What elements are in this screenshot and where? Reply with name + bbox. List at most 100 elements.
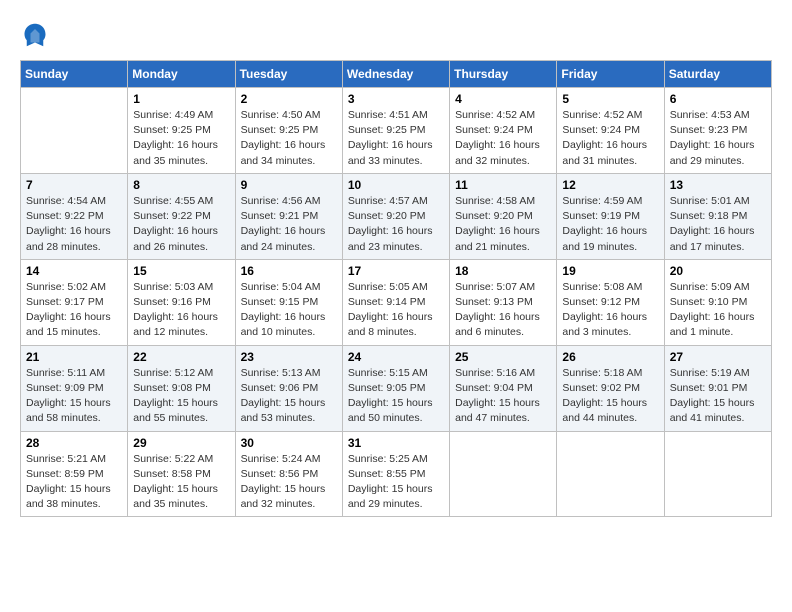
day-number: 24 — [348, 350, 444, 364]
day-info: Sunrise: 4:59 AMSunset: 9:19 PMDaylight:… — [562, 194, 658, 255]
day-info: Sunrise: 5:05 AMSunset: 9:14 PMDaylight:… — [348, 280, 444, 341]
day-info: Sunrise: 5:02 AMSunset: 9:17 PMDaylight:… — [26, 280, 122, 341]
calendar-cell: 4 Sunrise: 4:52 AMSunset: 9:24 PMDaylight… — [450, 88, 557, 174]
day-info: Sunrise: 5:18 AMSunset: 9:02 PMDaylight:… — [562, 366, 658, 427]
calendar-cell: 10 Sunrise: 4:57 AMSunset: 9:20 PMDayligh… — [342, 173, 449, 259]
calendar-cell: 12 Sunrise: 4:59 AMSunset: 9:19 PMDayligh… — [557, 173, 664, 259]
day-info: Sunrise: 4:52 AMSunset: 9:24 PMDaylight:… — [562, 108, 658, 169]
calendar-week-row: 28Sunrise: 5:21 AMSunset: 8:59 PMDayligh… — [21, 431, 772, 517]
day-number: 26 — [562, 350, 658, 364]
day-info: Sunrise: 5:15 AMSunset: 9:05 PMDaylight:… — [348, 366, 444, 427]
calendar-cell: 9 Sunrise: 4:56 AMSunset: 9:21 PMDaylight… — [235, 173, 342, 259]
day-info: Sunrise: 4:58 AMSunset: 9:20 PMDaylight:… — [455, 194, 551, 255]
calendar-week-row: 14 Sunrise: 5:02 AMSunset: 9:17 PMDayligh… — [21, 259, 772, 345]
calendar-cell: 19 Sunrise: 5:08 AMSunset: 9:12 PMDayligh… — [557, 259, 664, 345]
calendar-cell — [450, 431, 557, 517]
day-number: 30 — [241, 436, 337, 450]
day-number: 17 — [348, 264, 444, 278]
day-number: 2 — [241, 92, 337, 106]
calendar-cell — [664, 431, 771, 517]
day-number: 7 — [26, 178, 122, 192]
day-number: 20 — [670, 264, 766, 278]
day-number: 18 — [455, 264, 551, 278]
col-header-friday: Friday — [557, 61, 664, 88]
day-number: 6 — [670, 92, 766, 106]
calendar-cell: 5 Sunrise: 4:52 AMSunset: 9:24 PMDaylight… — [557, 88, 664, 174]
day-info: Sunrise: 5:08 AMSunset: 9:12 PMDaylight:… — [562, 280, 658, 341]
day-number: 29 — [133, 436, 229, 450]
day-number: 22 — [133, 350, 229, 364]
calendar-cell — [21, 88, 128, 174]
day-number: 31 — [348, 436, 444, 450]
day-number: 21 — [26, 350, 122, 364]
calendar-cell: 13Sunrise: 5:01 AMSunset: 9:18 PMDayligh… — [664, 173, 771, 259]
day-number: 16 — [241, 264, 337, 278]
calendar-week-row: 21 Sunrise: 5:11 AMSunset: 9:09 PMDayligh… — [21, 345, 772, 431]
calendar-cell: 29 Sunrise: 5:22 AMSunset: 8:58 PMDayligh… — [128, 431, 235, 517]
day-number: 8 — [133, 178, 229, 192]
calendar-cell: 30 Sunrise: 5:24 AMSunset: 8:56 PMDayligh… — [235, 431, 342, 517]
day-number: 1 — [133, 92, 229, 106]
logo — [20, 20, 54, 50]
day-info: Sunrise: 4:57 AMSunset: 9:20 PMDaylight:… — [348, 194, 444, 255]
day-info: Sunrise: 5:01 AMSunset: 9:18 PMDaylight:… — [670, 194, 766, 255]
calendar-cell — [557, 431, 664, 517]
calendar-cell: 1 Sunrise: 4:49 AMSunset: 9:25 PMDaylight… — [128, 88, 235, 174]
col-header-tuesday: Tuesday — [235, 61, 342, 88]
day-info: Sunrise: 5:25 AMSunset: 8:55 PMDaylight:… — [348, 452, 444, 513]
calendar-cell: 20 Sunrise: 5:09 AMSunset: 9:10 PMDayligh… — [664, 259, 771, 345]
day-number: 11 — [455, 178, 551, 192]
calendar-cell: 24 Sunrise: 5:15 AMSunset: 9:05 PMDayligh… — [342, 345, 449, 431]
day-info: Sunrise: 4:54 AMSunset: 9:22 PMDaylight:… — [26, 194, 122, 255]
day-info: Sunrise: 4:49 AMSunset: 9:25 PMDaylight:… — [133, 108, 229, 169]
calendar-cell: 26 Sunrise: 5:18 AMSunset: 9:02 PMDayligh… — [557, 345, 664, 431]
day-info: Sunrise: 5:12 AMSunset: 9:08 PMDaylight:… — [133, 366, 229, 427]
day-info: Sunrise: 4:53 AMSunset: 9:23 PMDaylight:… — [670, 108, 766, 169]
day-info: Sunrise: 5:24 AMSunset: 8:56 PMDaylight:… — [241, 452, 337, 513]
calendar-cell: 3 Sunrise: 4:51 AMSunset: 9:25 PMDaylight… — [342, 88, 449, 174]
calendar-cell: 8 Sunrise: 4:55 AMSunset: 9:22 PMDaylight… — [128, 173, 235, 259]
day-number: 27 — [670, 350, 766, 364]
day-info: Sunrise: 5:09 AMSunset: 9:10 PMDaylight:… — [670, 280, 766, 341]
day-info: Sunrise: 5:22 AMSunset: 8:58 PMDaylight:… — [133, 452, 229, 513]
day-number: 14 — [26, 264, 122, 278]
calendar-cell: 28Sunrise: 5:21 AMSunset: 8:59 PMDayligh… — [21, 431, 128, 517]
day-number: 3 — [348, 92, 444, 106]
day-number: 9 — [241, 178, 337, 192]
logo-icon — [20, 20, 50, 50]
calendar-cell: 7 Sunrise: 4:54 AMSunset: 9:22 PMDaylight… — [21, 173, 128, 259]
calendar-cell: 23Sunrise: 5:13 AMSunset: 9:06 PMDayligh… — [235, 345, 342, 431]
col-header-wednesday: Wednesday — [342, 61, 449, 88]
col-header-sunday: Sunday — [21, 61, 128, 88]
day-info: Sunrise: 5:16 AMSunset: 9:04 PMDaylight:… — [455, 366, 551, 427]
day-number: 10 — [348, 178, 444, 192]
col-header-thursday: Thursday — [450, 61, 557, 88]
day-info: Sunrise: 5:11 AMSunset: 9:09 PMDaylight:… — [26, 366, 122, 427]
day-info: Sunrise: 4:55 AMSunset: 9:22 PMDaylight:… — [133, 194, 229, 255]
day-number: 5 — [562, 92, 658, 106]
day-info: Sunrise: 4:56 AMSunset: 9:21 PMDaylight:… — [241, 194, 337, 255]
page-header — [20, 20, 772, 50]
calendar-table: SundayMondayTuesdayWednesdayThursdayFrid… — [20, 60, 772, 517]
day-number: 15 — [133, 264, 229, 278]
col-header-saturday: Saturday — [664, 61, 771, 88]
day-number: 25 — [455, 350, 551, 364]
calendar-cell: 22 Sunrise: 5:12 AMSunset: 9:08 PMDayligh… — [128, 345, 235, 431]
calendar-cell: 11 Sunrise: 4:58 AMSunset: 9:20 PMDayligh… — [450, 173, 557, 259]
header-row: SundayMondayTuesdayWednesdayThursdayFrid… — [21, 61, 772, 88]
day-number: 19 — [562, 264, 658, 278]
calendar-cell: 2 Sunrise: 4:50 AMSunset: 9:25 PMDaylight… — [235, 88, 342, 174]
day-info: Sunrise: 4:50 AMSunset: 9:25 PMDaylight:… — [241, 108, 337, 169]
day-info: Sunrise: 5:19 AMSunset: 9:01 PMDaylight:… — [670, 366, 766, 427]
calendar-cell: 31 Sunrise: 5:25 AMSunset: 8:55 PMDayligh… — [342, 431, 449, 517]
day-number: 4 — [455, 92, 551, 106]
day-info: Sunrise: 4:52 AMSunset: 9:24 PMDaylight:… — [455, 108, 551, 169]
day-info: Sunrise: 5:03 AMSunset: 9:16 PMDaylight:… — [133, 280, 229, 341]
day-number: 28 — [26, 436, 122, 450]
calendar-cell: 25 Sunrise: 5:16 AMSunset: 9:04 PMDayligh… — [450, 345, 557, 431]
calendar-cell: 21 Sunrise: 5:11 AMSunset: 9:09 PMDayligh… — [21, 345, 128, 431]
day-info: Sunrise: 4:51 AMSunset: 9:25 PMDaylight:… — [348, 108, 444, 169]
calendar-cell: 27 Sunrise: 5:19 AMSunset: 9:01 PMDayligh… — [664, 345, 771, 431]
calendar-week-row: 7 Sunrise: 4:54 AMSunset: 9:22 PMDaylight… — [21, 173, 772, 259]
day-number: 12 — [562, 178, 658, 192]
